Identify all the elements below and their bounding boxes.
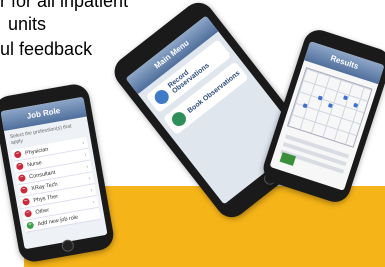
job-role-label: Physician xyxy=(24,146,49,157)
chart-point xyxy=(327,103,333,109)
record-icon xyxy=(151,87,172,107)
home-button[interactable] xyxy=(60,238,75,253)
slide-text-line-3: ul feedback xyxy=(0,39,93,59)
job-role-screen: Job Role Select the profession(s) that a… xyxy=(0,96,108,250)
chevron-right-icon: › xyxy=(92,198,96,206)
job-role-label: Phys Ther xyxy=(32,193,59,204)
chevron-right-icon: › xyxy=(81,139,85,147)
job-role-label: Nurse xyxy=(26,159,43,168)
chevron-right-icon: › xyxy=(87,175,91,182)
slide-text-line-2: units xyxy=(8,14,47,34)
job-role-label: Consultant xyxy=(28,169,56,180)
book-icon xyxy=(169,109,189,129)
add-icon[interactable]: + xyxy=(26,221,35,230)
remove-icon[interactable]: − xyxy=(24,209,33,218)
chevron-right-icon: › xyxy=(83,151,87,158)
chevron-right-icon: › xyxy=(85,163,89,170)
slide-text-line-1: r for all inpatient xyxy=(0,0,129,11)
job-role-label: Other xyxy=(35,206,50,216)
remove-icon[interactable]: − xyxy=(17,174,26,183)
remove-icon[interactable]: − xyxy=(19,185,29,195)
remove-icon[interactable]: − xyxy=(13,150,22,159)
chart-screen: Results xyxy=(269,41,385,191)
phone-job-role: Job Role Select the profession(s) that a… xyxy=(0,81,116,265)
chart-point xyxy=(342,95,349,101)
job-role-label: XRay Tech xyxy=(30,181,58,192)
remove-icon[interactable]: − xyxy=(15,162,24,171)
chart-point xyxy=(353,102,359,108)
remove-icon[interactable]: − xyxy=(22,197,31,206)
chevron-right-icon: › xyxy=(90,187,94,194)
chart-point xyxy=(302,103,308,109)
chart-point xyxy=(317,95,323,101)
